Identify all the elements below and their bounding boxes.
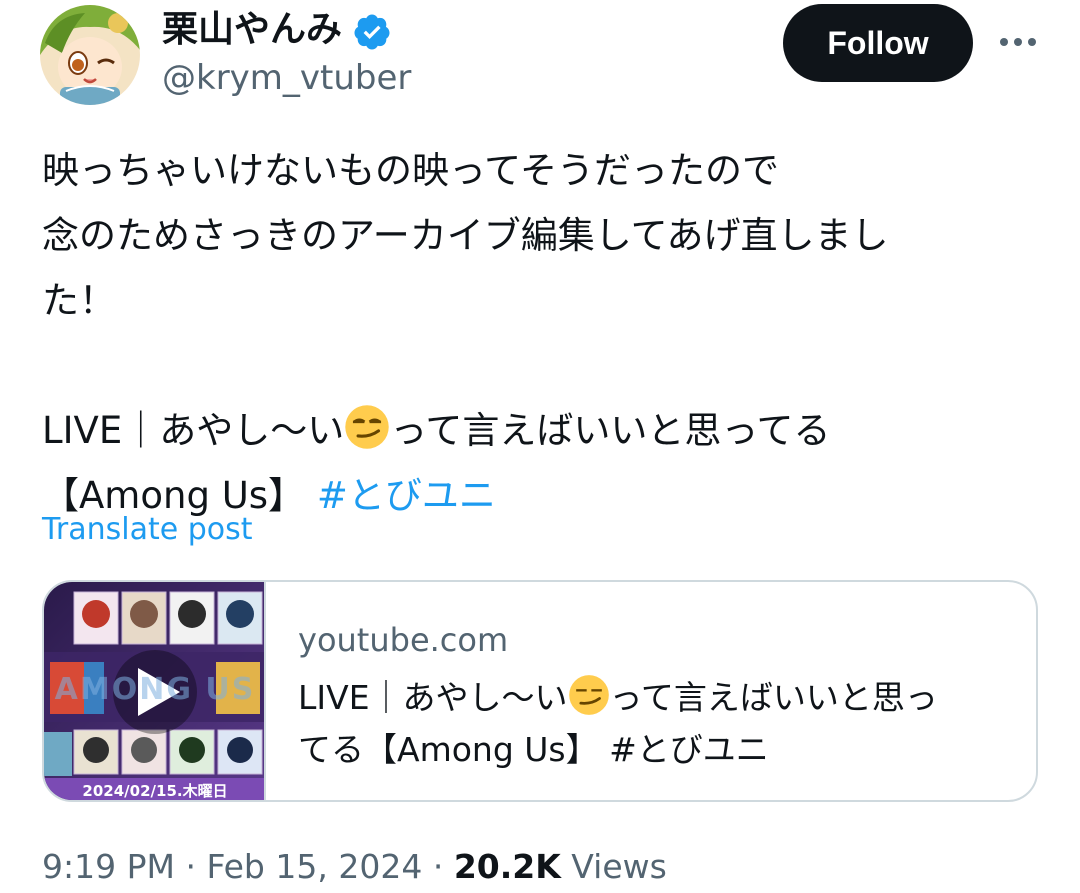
meta-separator: · xyxy=(422,847,454,886)
link-card-title: LIVE｜あやし〜い って言えばいいと思っ てる【Among Us】 #とびユニ xyxy=(298,672,1018,776)
author-avatar[interactable] xyxy=(40,5,140,105)
live-title-before-emoji: LIVE｜あやし〜い xyxy=(42,409,345,452)
views-label: Views xyxy=(560,847,667,886)
link-card-domain: youtube.com xyxy=(298,621,509,659)
tweet-line: 念のためさっきのアーカイブ編集してあげ直しまし xyxy=(42,214,889,257)
tweet-time[interactable]: 9:19 PM xyxy=(42,847,175,886)
tweet-line: 映っちゃいけないもの映ってそうだったので xyxy=(42,149,780,192)
card-title-line: LIVE｜あやし〜い って言えばいいと思っ xyxy=(298,672,1018,724)
tweet-meta: 9:19 PM · Feb 15, 2024 · 20.2K Views xyxy=(42,845,667,889)
tweet-line: た！ xyxy=(42,279,116,322)
card-title-line: てる【Among Us】 #とびユニ xyxy=(298,730,769,769)
author-display-name[interactable]: 栗山やんみ xyxy=(162,8,342,52)
smirking-face-emoji-icon xyxy=(568,675,609,715)
meta-separator: · xyxy=(174,847,207,886)
card-title-after-emoji: って言えばいいと思っ xyxy=(609,678,938,717)
hashtag-link[interactable]: #とびユニ xyxy=(317,474,496,517)
author-handle[interactable]: @krym_vtuber xyxy=(162,56,411,100)
video-thumbnail[interactable]: 2024/02/15.木曜日 AMONG US xyxy=(44,582,266,800)
verified-badge-icon xyxy=(352,12,392,52)
smirking-face-emoji-icon xyxy=(345,405,389,449)
more-horizontal-icon[interactable] xyxy=(990,22,1046,62)
card-title-before-emoji: LIVE｜あやし〜い xyxy=(298,678,568,717)
live-title-after-emoji: って言えばいいと思ってる xyxy=(390,409,831,452)
tweet-text: 映っちゃいけないもの映ってそうだったので 念のためさっきのアーカイブ編集してあげ… xyxy=(42,138,1032,528)
tweet-date[interactable]: Feb 15, 2024 xyxy=(206,847,422,886)
thumbnail-date: 2024/02/15.木曜日 xyxy=(82,782,228,800)
thumbnail-logo-text: AMONG US xyxy=(54,672,256,707)
follow-button[interactable]: Follow xyxy=(783,4,973,82)
views-count: 20.2K xyxy=(453,847,561,886)
link-preview-card[interactable]: 2024/02/15.木曜日 AMONG US youtube.com LIVE… xyxy=(42,580,1038,802)
translate-post-link[interactable]: Translate post xyxy=(42,510,253,550)
tweet-live-title-line: LIVE｜あやし〜い って言えばいいと思ってる xyxy=(42,398,1032,463)
